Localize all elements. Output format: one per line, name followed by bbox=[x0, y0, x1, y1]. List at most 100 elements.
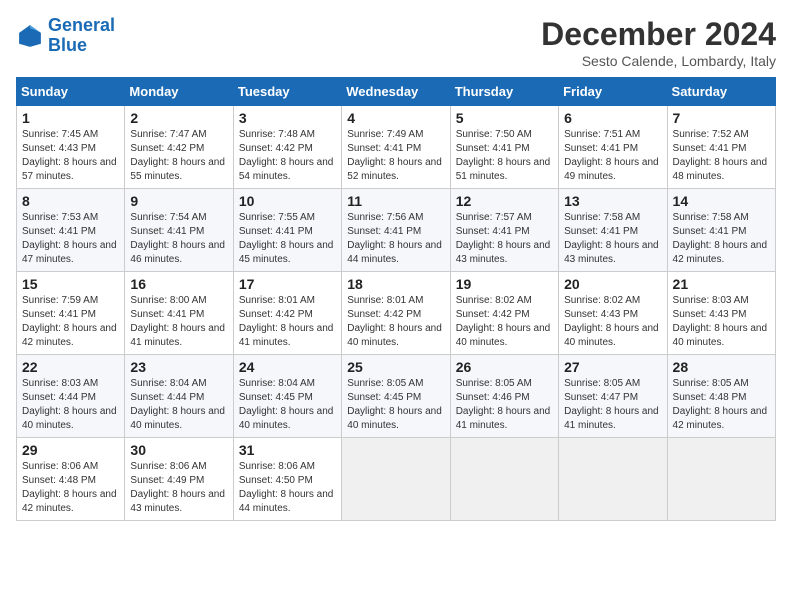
calendar-week-5: 29 Sunrise: 8:06 AM Sunset: 4:48 PM Dayl… bbox=[17, 438, 776, 521]
day-number: 14 bbox=[673, 193, 770, 209]
page-header: General Blue December 2024 Sesto Calende… bbox=[16, 16, 776, 69]
day-number: 25 bbox=[347, 359, 444, 375]
day-info: Sunrise: 7:55 AM Sunset: 4:41 PM Dayligh… bbox=[239, 211, 336, 267]
calendar-cell: 12 Sunrise: 7:57 AM Sunset: 4:41 PM Dayl… bbox=[450, 189, 558, 272]
col-header-wednesday: Wednesday bbox=[342, 78, 450, 106]
day-number: 17 bbox=[239, 276, 336, 292]
calendar-cell: 22 Sunrise: 8:03 AM Sunset: 4:44 PM Dayl… bbox=[17, 355, 125, 438]
day-number: 12 bbox=[456, 193, 553, 209]
day-info: Sunrise: 7:53 AM Sunset: 4:41 PM Dayligh… bbox=[22, 211, 119, 267]
logo-text: General Blue bbox=[48, 16, 115, 56]
day-number: 9 bbox=[130, 193, 227, 209]
calendar-cell bbox=[667, 438, 775, 521]
calendar-cell: 14 Sunrise: 7:58 AM Sunset: 4:41 PM Dayl… bbox=[667, 189, 775, 272]
calendar-cell: 11 Sunrise: 7:56 AM Sunset: 4:41 PM Dayl… bbox=[342, 189, 450, 272]
calendar-cell: 6 Sunrise: 7:51 AM Sunset: 4:41 PM Dayli… bbox=[559, 106, 667, 189]
day-number: 4 bbox=[347, 110, 444, 126]
col-header-tuesday: Tuesday bbox=[233, 78, 341, 106]
calendar-cell: 16 Sunrise: 8:00 AM Sunset: 4:41 PM Dayl… bbox=[125, 272, 233, 355]
day-number: 7 bbox=[673, 110, 770, 126]
col-header-sunday: Sunday bbox=[17, 78, 125, 106]
day-number: 27 bbox=[564, 359, 661, 375]
calendar-week-3: 15 Sunrise: 7:59 AM Sunset: 4:41 PM Dayl… bbox=[17, 272, 776, 355]
calendar-cell: 13 Sunrise: 7:58 AM Sunset: 4:41 PM Dayl… bbox=[559, 189, 667, 272]
calendar-cell: 9 Sunrise: 7:54 AM Sunset: 4:41 PM Dayli… bbox=[125, 189, 233, 272]
col-header-saturday: Saturday bbox=[667, 78, 775, 106]
calendar-cell: 4 Sunrise: 7:49 AM Sunset: 4:41 PM Dayli… bbox=[342, 106, 450, 189]
day-number: 10 bbox=[239, 193, 336, 209]
day-info: Sunrise: 8:01 AM Sunset: 4:42 PM Dayligh… bbox=[239, 294, 336, 350]
day-number: 5 bbox=[456, 110, 553, 126]
main-title: December 2024 bbox=[541, 16, 776, 53]
calendar-cell: 3 Sunrise: 7:48 AM Sunset: 4:42 PM Dayli… bbox=[233, 106, 341, 189]
day-info: Sunrise: 8:03 AM Sunset: 4:43 PM Dayligh… bbox=[673, 294, 770, 350]
day-number: 16 bbox=[130, 276, 227, 292]
calendar-table: SundayMondayTuesdayWednesdayThursdayFrid… bbox=[16, 77, 776, 521]
calendar-cell bbox=[450, 438, 558, 521]
day-info: Sunrise: 8:06 AM Sunset: 4:49 PM Dayligh… bbox=[130, 460, 227, 516]
day-number: 29 bbox=[22, 442, 119, 458]
day-info: Sunrise: 7:52 AM Sunset: 4:41 PM Dayligh… bbox=[673, 128, 770, 184]
day-info: Sunrise: 7:48 AM Sunset: 4:42 PM Dayligh… bbox=[239, 128, 336, 184]
day-number: 20 bbox=[564, 276, 661, 292]
calendar-cell: 24 Sunrise: 8:04 AM Sunset: 4:45 PM Dayl… bbox=[233, 355, 341, 438]
day-info: Sunrise: 8:06 AM Sunset: 4:48 PM Dayligh… bbox=[22, 460, 119, 516]
calendar-cell: 5 Sunrise: 7:50 AM Sunset: 4:41 PM Dayli… bbox=[450, 106, 558, 189]
col-header-friday: Friday bbox=[559, 78, 667, 106]
col-header-monday: Monday bbox=[125, 78, 233, 106]
day-info: Sunrise: 7:49 AM Sunset: 4:41 PM Dayligh… bbox=[347, 128, 444, 184]
day-number: 31 bbox=[239, 442, 336, 458]
calendar-cell: 20 Sunrise: 8:02 AM Sunset: 4:43 PM Dayl… bbox=[559, 272, 667, 355]
calendar-cell: 30 Sunrise: 8:06 AM Sunset: 4:49 PM Dayl… bbox=[125, 438, 233, 521]
calendar-week-4: 22 Sunrise: 8:03 AM Sunset: 4:44 PM Dayl… bbox=[17, 355, 776, 438]
day-info: Sunrise: 7:59 AM Sunset: 4:41 PM Dayligh… bbox=[22, 294, 119, 350]
day-number: 24 bbox=[239, 359, 336, 375]
day-info: Sunrise: 8:05 AM Sunset: 4:46 PM Dayligh… bbox=[456, 377, 553, 433]
day-number: 15 bbox=[22, 276, 119, 292]
day-info: Sunrise: 8:03 AM Sunset: 4:44 PM Dayligh… bbox=[22, 377, 119, 433]
day-number: 3 bbox=[239, 110, 336, 126]
calendar-cell bbox=[559, 438, 667, 521]
calendar-cell: 25 Sunrise: 8:05 AM Sunset: 4:45 PM Dayl… bbox=[342, 355, 450, 438]
day-info: Sunrise: 7:58 AM Sunset: 4:41 PM Dayligh… bbox=[564, 211, 661, 267]
logo-icon bbox=[16, 22, 44, 50]
day-number: 26 bbox=[456, 359, 553, 375]
calendar-cell: 18 Sunrise: 8:01 AM Sunset: 4:42 PM Dayl… bbox=[342, 272, 450, 355]
calendar-cell: 29 Sunrise: 8:06 AM Sunset: 4:48 PM Dayl… bbox=[17, 438, 125, 521]
calendar-cell: 7 Sunrise: 7:52 AM Sunset: 4:41 PM Dayli… bbox=[667, 106, 775, 189]
calendar-week-1: 1 Sunrise: 7:45 AM Sunset: 4:43 PM Dayli… bbox=[17, 106, 776, 189]
calendar-cell: 10 Sunrise: 7:55 AM Sunset: 4:41 PM Dayl… bbox=[233, 189, 341, 272]
day-info: Sunrise: 8:04 AM Sunset: 4:45 PM Dayligh… bbox=[239, 377, 336, 433]
day-number: 22 bbox=[22, 359, 119, 375]
day-info: Sunrise: 8:00 AM Sunset: 4:41 PM Dayligh… bbox=[130, 294, 227, 350]
day-info: Sunrise: 8:01 AM Sunset: 4:42 PM Dayligh… bbox=[347, 294, 444, 350]
day-info: Sunrise: 7:57 AM Sunset: 4:41 PM Dayligh… bbox=[456, 211, 553, 267]
calendar-cell: 15 Sunrise: 7:59 AM Sunset: 4:41 PM Dayl… bbox=[17, 272, 125, 355]
day-info: Sunrise: 7:50 AM Sunset: 4:41 PM Dayligh… bbox=[456, 128, 553, 184]
day-number: 11 bbox=[347, 193, 444, 209]
calendar-cell: 17 Sunrise: 8:01 AM Sunset: 4:42 PM Dayl… bbox=[233, 272, 341, 355]
calendar-cell: 23 Sunrise: 8:04 AM Sunset: 4:44 PM Dayl… bbox=[125, 355, 233, 438]
day-info: Sunrise: 8:02 AM Sunset: 4:43 PM Dayligh… bbox=[564, 294, 661, 350]
day-info: Sunrise: 7:45 AM Sunset: 4:43 PM Dayligh… bbox=[22, 128, 119, 184]
title-block: December 2024 Sesto Calende, Lombardy, I… bbox=[541, 16, 776, 69]
day-info: Sunrise: 8:05 AM Sunset: 4:47 PM Dayligh… bbox=[564, 377, 661, 433]
calendar-header-row: SundayMondayTuesdayWednesdayThursdayFrid… bbox=[17, 78, 776, 106]
calendar-cell: 28 Sunrise: 8:05 AM Sunset: 4:48 PM Dayl… bbox=[667, 355, 775, 438]
day-info: Sunrise: 7:56 AM Sunset: 4:41 PM Dayligh… bbox=[347, 211, 444, 267]
day-info: Sunrise: 8:04 AM Sunset: 4:44 PM Dayligh… bbox=[130, 377, 227, 433]
calendar-cell: 26 Sunrise: 8:05 AM Sunset: 4:46 PM Dayl… bbox=[450, 355, 558, 438]
day-info: Sunrise: 7:58 AM Sunset: 4:41 PM Dayligh… bbox=[673, 211, 770, 267]
day-info: Sunrise: 8:05 AM Sunset: 4:45 PM Dayligh… bbox=[347, 377, 444, 433]
day-info: Sunrise: 8:02 AM Sunset: 4:42 PM Dayligh… bbox=[456, 294, 553, 350]
calendar-cell bbox=[342, 438, 450, 521]
day-number: 23 bbox=[130, 359, 227, 375]
day-number: 6 bbox=[564, 110, 661, 126]
day-number: 30 bbox=[130, 442, 227, 458]
subtitle: Sesto Calende, Lombardy, Italy bbox=[541, 53, 776, 69]
day-info: Sunrise: 7:54 AM Sunset: 4:41 PM Dayligh… bbox=[130, 211, 227, 267]
day-number: 28 bbox=[673, 359, 770, 375]
day-number: 21 bbox=[673, 276, 770, 292]
logo: General Blue bbox=[16, 16, 115, 56]
calendar-cell: 8 Sunrise: 7:53 AM Sunset: 4:41 PM Dayli… bbox=[17, 189, 125, 272]
